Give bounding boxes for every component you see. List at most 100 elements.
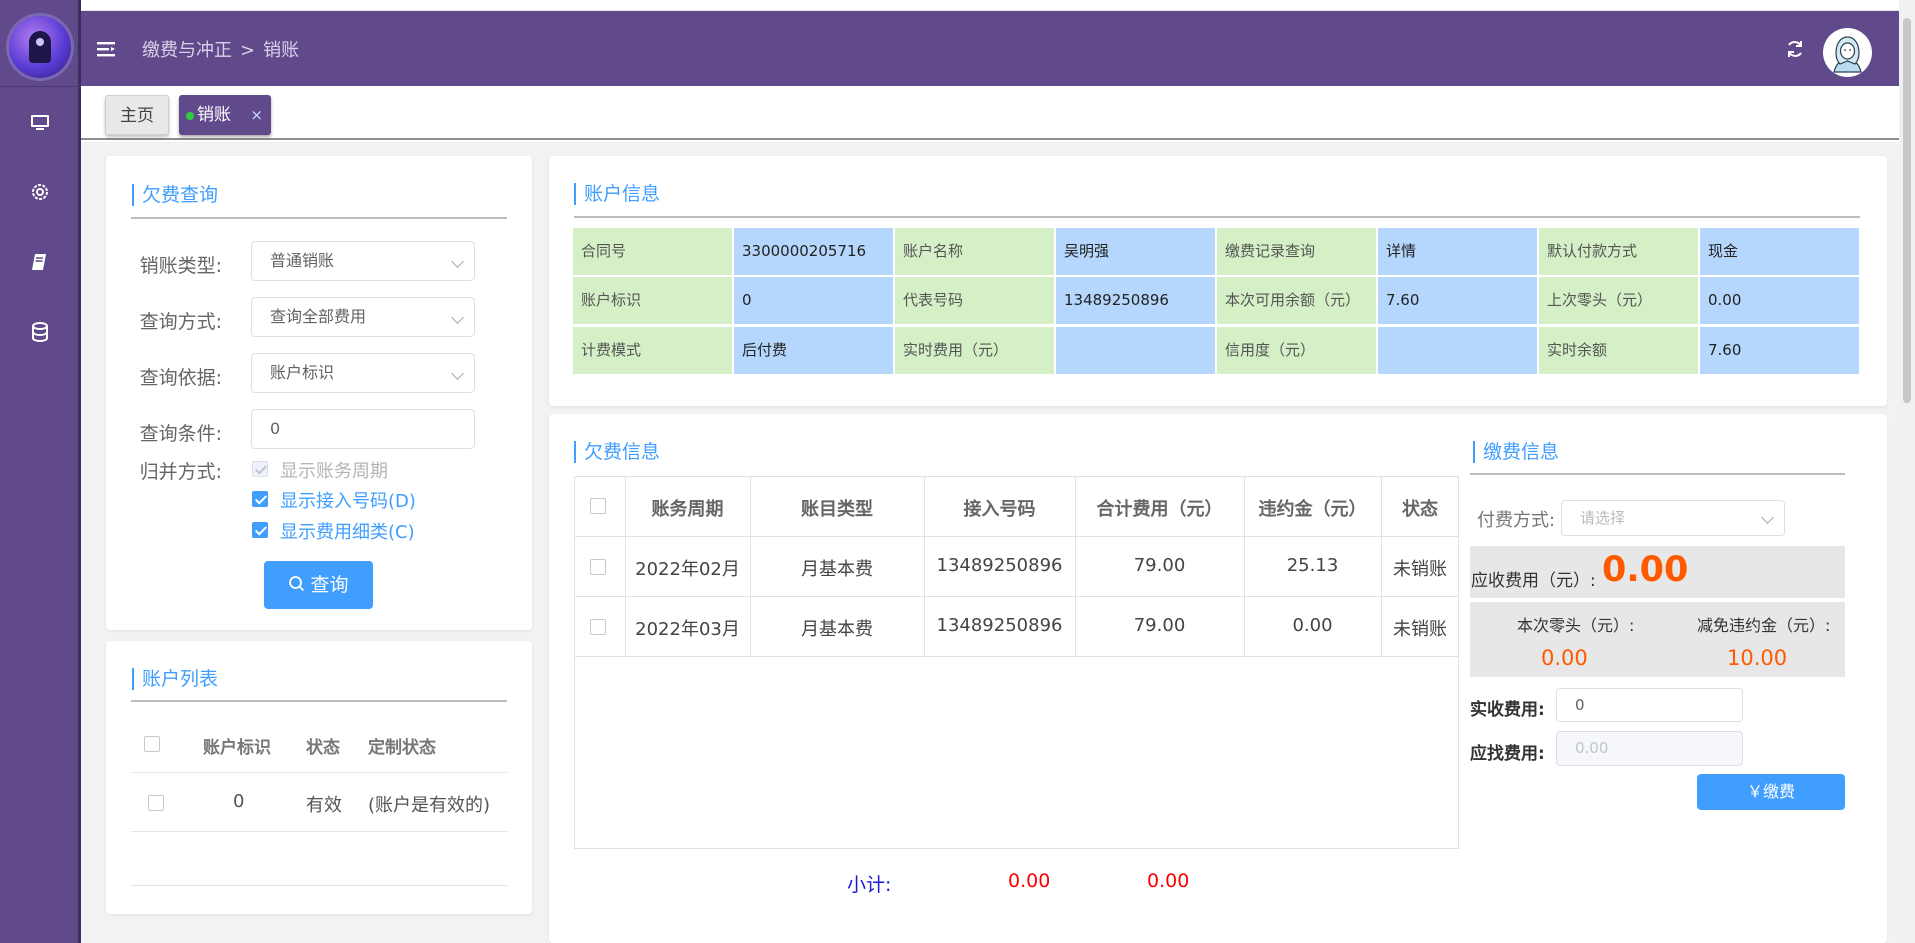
info-value-cell: 0.00 [1700,277,1859,324]
account-id-cell: 0 [233,791,245,812]
tab-home[interactable]: 主页 [105,95,169,135]
info-label-cell: 实时余额 [1539,327,1698,374]
info-value-cell: 7.60 [1378,277,1537,324]
column-divider [1381,477,1382,657]
info-label-cell: 实时费用（元） [895,327,1054,374]
info-value-cell [1056,327,1215,374]
select-value: 账户标识 [270,363,335,382]
column-divider [1075,477,1076,657]
query-basis-select[interactable]: 账户标识 [251,353,475,393]
chevron-down-icon [451,311,464,324]
info-value-cell: 后付费 [734,327,893,374]
query-mode-select[interactable]: 查询全部费用 [251,297,475,337]
pay-button[interactable]: ￥缴费 [1697,774,1845,810]
status-cell: 有效 [306,795,342,816]
row-divider [131,885,507,886]
info-label-cell: 合同号 [573,228,732,275]
checkbox-label: 显示账务周期 [280,461,388,482]
section-title: 欠费查询 [132,184,218,206]
monitor-icon[interactable] [28,110,52,134]
app-logo [9,16,71,78]
arrears-cell: 79.00 [1133,615,1186,636]
info-value-cell: 7.60 [1700,327,1859,374]
menu-toggle-icon[interactable] [97,40,117,58]
refund-label: 应找费用: [1470,744,1545,764]
info-value-cell: 现金 [1700,228,1859,275]
column-divider [1244,477,1245,657]
info-value-cell[interactable]: 详情 [1378,228,1537,275]
arrears-cell: 未销账 [1393,619,1447,640]
change-label: 本次零头（元）: [1517,616,1635,635]
query-button[interactable]: 查询 [264,561,373,609]
row-checkbox[interactable] [590,559,606,575]
info-label-cell: 计费模式 [573,327,732,374]
column-header: 违约金（元） [1258,499,1367,520]
custom-status-cell: (账户是有效的) [368,795,491,816]
user-avatar[interactable] [1823,28,1872,77]
account-list-panel: 账户列表 账户标识 状态 定制状态 0 有效 (账户是有效的) [106,641,532,914]
column-header: 账务周期 [651,499,724,520]
received-label: 实收费用: [1470,700,1545,720]
info-label-cell: 代表号码 [895,277,1054,324]
pay-method-select[interactable]: 请选择 [1561,500,1785,536]
book-icon[interactable] [28,250,52,274]
pay-method-label: 付费方式: [1477,510,1556,531]
column-divider [625,477,626,657]
arrears-panel: 欠费信息 账务周期 账目类型 接入号码 合计费用（元） 违约金（元） 状态 2022年02月… [549,414,1887,943]
database-icon[interactable] [28,320,52,344]
writeoff-type-select[interactable]: 普通销账 [251,241,475,281]
arrears-cell: 月基本费 [801,559,873,580]
tab-writeoff[interactable]: 销账 × [179,95,271,135]
arrears-cell: 25.13 [1286,555,1339,576]
section-title: 账户列表 [132,668,218,690]
info-label-cell: 信用度（元） [1217,327,1376,374]
tab-bar: 主页 销账 × [81,86,1899,140]
select-value: 查询全部费用 [270,307,367,326]
show-fee-detail-checkbox[interactable] [252,522,268,538]
checkbox-label[interactable]: 显示费用细类(C) [280,518,415,544]
close-icon[interactable]: × [250,95,263,135]
arrears-cell: 13489250896 [936,615,1063,636]
row-checkbox[interactable] [148,795,164,811]
info-label-cell: 本次可用余额（元） [1217,277,1376,324]
arrears-table: 账务周期 账目类型 接入号码 合计费用（元） 违约金（元） 状态 2022年02月 月基本费 1… [574,476,1459,849]
column-header: 账目类型 [801,499,873,520]
sidebar [0,0,81,943]
section-title: 缴费信息 [1473,441,1559,463]
query-condition-input[interactable]: 0 [251,409,475,449]
top-edge [68,0,1898,11]
divider [1470,473,1845,475]
arrears-cell: 13489250896 [936,555,1063,576]
arrears-cell: 2022年03月 [635,619,740,640]
info-value-cell: 13489250896 [1056,277,1215,324]
subtotal-penalty: 0.00 [1147,870,1190,892]
breadcrumb-item: 销账 [263,40,300,61]
arrears-cell: 2022年02月 [635,559,740,580]
select-all-checkbox[interactable] [144,736,160,752]
received-input[interactable]: 0 [1556,688,1743,722]
show-access-number-checkbox[interactable] [252,491,268,507]
select-all-checkbox[interactable] [590,498,606,514]
subtotal-total: 0.00 [1008,870,1051,892]
query-panel: 欠费查询 销账类型: 普通销账 查询方式: 查询全部费用 查询依据: 账户标识 … [106,156,532,630]
refresh-icon[interactable] [1784,38,1806,60]
info-value-cell: 3300000205716 [734,228,893,275]
top-header: 缴费与冲正 > 销账 [81,11,1899,86]
gear-icon[interactable] [28,180,52,204]
search-icon [289,576,305,592]
column-header: 接入号码 [963,499,1036,520]
scrollbar-thumb[interactable] [1903,18,1911,403]
query-mode-label: 查询方式: [139,311,222,333]
info-value-cell [1378,327,1537,374]
checkbox-label[interactable]: 显示接入号码(D) [280,487,416,513]
section-title: 欠费信息 [574,441,660,463]
breadcrumb-item[interactable]: 缴费与冲正 [142,40,232,61]
due-label: 应收费用（元）: [1471,571,1596,591]
row-divider [575,536,1458,537]
writeoff-type-label: 销账类型: [139,255,222,277]
row-checkbox[interactable] [590,619,606,635]
row-divider [575,656,1458,657]
info-label-cell: 账户名称 [895,228,1054,275]
column-header: 状态 [1402,499,1438,520]
breadcrumb: 缴费与冲正 > 销账 [142,36,299,62]
